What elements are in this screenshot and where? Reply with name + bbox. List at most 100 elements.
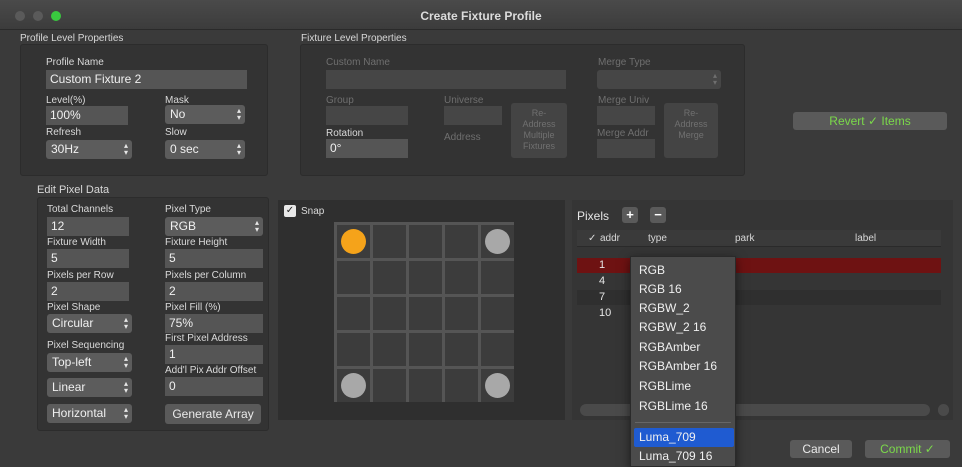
grid-cell[interactable] — [373, 225, 406, 258]
menu-separator — [635, 422, 731, 423]
pixel-grid[interactable] — [334, 222, 514, 402]
stepper-icon: ▴ ▾ — [123, 141, 128, 157]
pixels-per-column-field[interactable]: 2 — [165, 282, 263, 301]
pixels-heading: Pixels — [577, 209, 610, 223]
grid-cell[interactable] — [481, 333, 514, 366]
merge-type-select[interactable]: ▴ ▾ — [597, 70, 721, 89]
grid-cell[interactable] — [409, 225, 442, 258]
col-label[interactable]: label — [855, 233, 876, 244]
custom-name-field[interactable] — [326, 70, 566, 89]
col-addr[interactable]: addr — [600, 233, 620, 244]
first-pixel-address-label: First Pixel Address — [165, 333, 248, 344]
grid-cell[interactable] — [337, 261, 370, 294]
grid-cell[interactable] — [445, 369, 478, 402]
grid-cell[interactable] — [445, 261, 478, 294]
stepper-icon: ▴ ▾ — [254, 218, 259, 234]
revert-items-button[interactable]: Revert ✓ Items — [793, 112, 947, 130]
refresh-label: Refresh — [46, 127, 82, 138]
group-field[interactable] — [326, 106, 408, 125]
readdress-multiple-button[interactable]: Re- Address Multiple Fixtures — [511, 103, 567, 158]
menu-item-luma709[interactable]: Luma_709 — [634, 428, 734, 447]
address-label: Address — [444, 132, 481, 143]
merge-type-label: Merge Type — [598, 57, 651, 68]
grid-cell[interactable] — [373, 261, 406, 294]
menu-item-rgblime16[interactable]: RGBLime 16 — [631, 397, 735, 416]
menu-item-rgbw2-16[interactable]: RGBW_2 16 — [631, 318, 735, 337]
snap-checkbox[interactable]: ✓ — [284, 205, 296, 217]
cancel-button[interactable]: Cancel — [790, 440, 852, 458]
total-channels-label: Total Channels — [47, 204, 114, 215]
menu-item-rgbamber16[interactable]: RGBAmber 16 — [631, 357, 735, 376]
fixture-height-field[interactable]: 5 — [165, 249, 263, 268]
group-label: Group — [326, 95, 354, 106]
profile-name-field[interactable]: Custom Fixture 2 — [46, 70, 247, 89]
scroll-corner — [938, 404, 949, 416]
total-channels-field[interactable]: 12 — [47, 217, 129, 236]
pixel-shape-select[interactable]: Circular ▴ ▾ — [47, 314, 132, 333]
pixels-per-row-field[interactable]: 2 — [47, 282, 129, 301]
pixel-type-select[interactable]: RGB ▴ ▾ — [165, 217, 263, 236]
grid-cell[interactable] — [409, 333, 442, 366]
menu-item-rgbw2[interactable]: RGBW_2 — [631, 299, 735, 318]
grid-cell[interactable] — [445, 225, 478, 258]
grid-cell[interactable] — [481, 297, 514, 330]
pixel-circle[interactable] — [485, 373, 510, 398]
remove-pixel-button[interactable]: − — [650, 207, 666, 223]
menu-item-rgblime[interactable]: RGBLime — [631, 377, 735, 396]
merge-addr-field[interactable] — [597, 139, 655, 158]
row-addr: 7 — [599, 291, 606, 303]
col-type[interactable]: type — [648, 233, 667, 244]
first-pixel-address-field[interactable]: 1 — [165, 345, 263, 364]
menu-item-luma709-16[interactable]: Luma_709 16 — [631, 447, 735, 466]
edit-pixel-heading: Edit Pixel Data — [37, 184, 110, 196]
linear-select[interactable]: Linear ▴ ▾ — [47, 378, 132, 397]
row-addr: 1 — [599, 259, 606, 271]
menu-item-rgb[interactable]: RGB — [631, 261, 735, 280]
grid-cell[interactable] — [409, 297, 442, 330]
grid-cell[interactable] — [337, 297, 370, 330]
grid-cell[interactable] — [373, 369, 406, 402]
stepper-icon: ▴ ▾ — [123, 354, 128, 370]
grid-cell[interactable] — [337, 333, 370, 366]
universe-field[interactable] — [444, 106, 502, 125]
linear-value: Linear — [52, 380, 86, 394]
stepper-icon: ▴ ▾ — [236, 141, 241, 157]
slow-select[interactable]: 0 sec ▴ ▾ — [165, 140, 245, 159]
grid-cell[interactable] — [409, 261, 442, 294]
stepper-icon: ▴ ▾ — [236, 106, 241, 122]
addl-offset-field[interactable]: 0 — [165, 377, 263, 396]
custom-name-label: Custom Name — [326, 57, 390, 68]
readdress-merge-button[interactable]: Re- Address Merge — [664, 103, 718, 158]
pixel-type-dropdown: RGB RGB 16 RGBW_2 RGBW_2 16 RGBAmber RGB… — [630, 256, 736, 467]
pixels-table-header — [577, 230, 941, 247]
pixel-fill-field[interactable]: 75% — [165, 314, 263, 333]
merge-univ-field[interactable] — [597, 106, 655, 125]
mask-select[interactable]: No ▴ ▾ — [165, 105, 245, 124]
pixel-circle[interactable] — [485, 229, 510, 254]
grid-cell[interactable] — [445, 297, 478, 330]
pixel-circle-selected[interactable] — [341, 229, 366, 254]
commit-button[interactable]: Commit ✓ — [865, 440, 950, 458]
menu-item-rgb16[interactable]: RGB 16 — [631, 280, 735, 299]
rotation-field[interactable]: 0° — [326, 139, 408, 158]
pixel-sequencing-select[interactable]: Top-left ▴ ▾ — [47, 353, 132, 372]
refresh-select[interactable]: 30Hz ▴ ▾ — [46, 140, 132, 159]
grid-cell[interactable] — [481, 261, 514, 294]
mask-value: No — [170, 107, 186, 121]
direction-select[interactable]: Horizontal ▴ ▾ — [47, 404, 132, 423]
slow-value: 0 sec — [170, 142, 199, 156]
menu-item-rgbamber[interactable]: RGBAmber — [631, 338, 735, 357]
pixel-shape-label: Pixel Shape — [47, 302, 101, 313]
fixture-width-field[interactable]: 5 — [47, 249, 129, 268]
pixel-circle[interactable] — [341, 373, 366, 398]
generate-array-button[interactable]: Generate Array — [165, 404, 261, 424]
level-field[interactable]: 100% — [46, 106, 128, 125]
grid-cell[interactable] — [373, 297, 406, 330]
col-check[interactable]: ✓ — [588, 233, 596, 244]
col-park[interactable]: park — [735, 233, 754, 244]
grid-cell[interactable] — [445, 333, 478, 366]
pixel-shape-value: Circular — [52, 316, 94, 330]
grid-cell[interactable] — [409, 369, 442, 402]
add-pixel-button[interactable]: + — [622, 207, 638, 223]
grid-cell[interactable] — [373, 333, 406, 366]
